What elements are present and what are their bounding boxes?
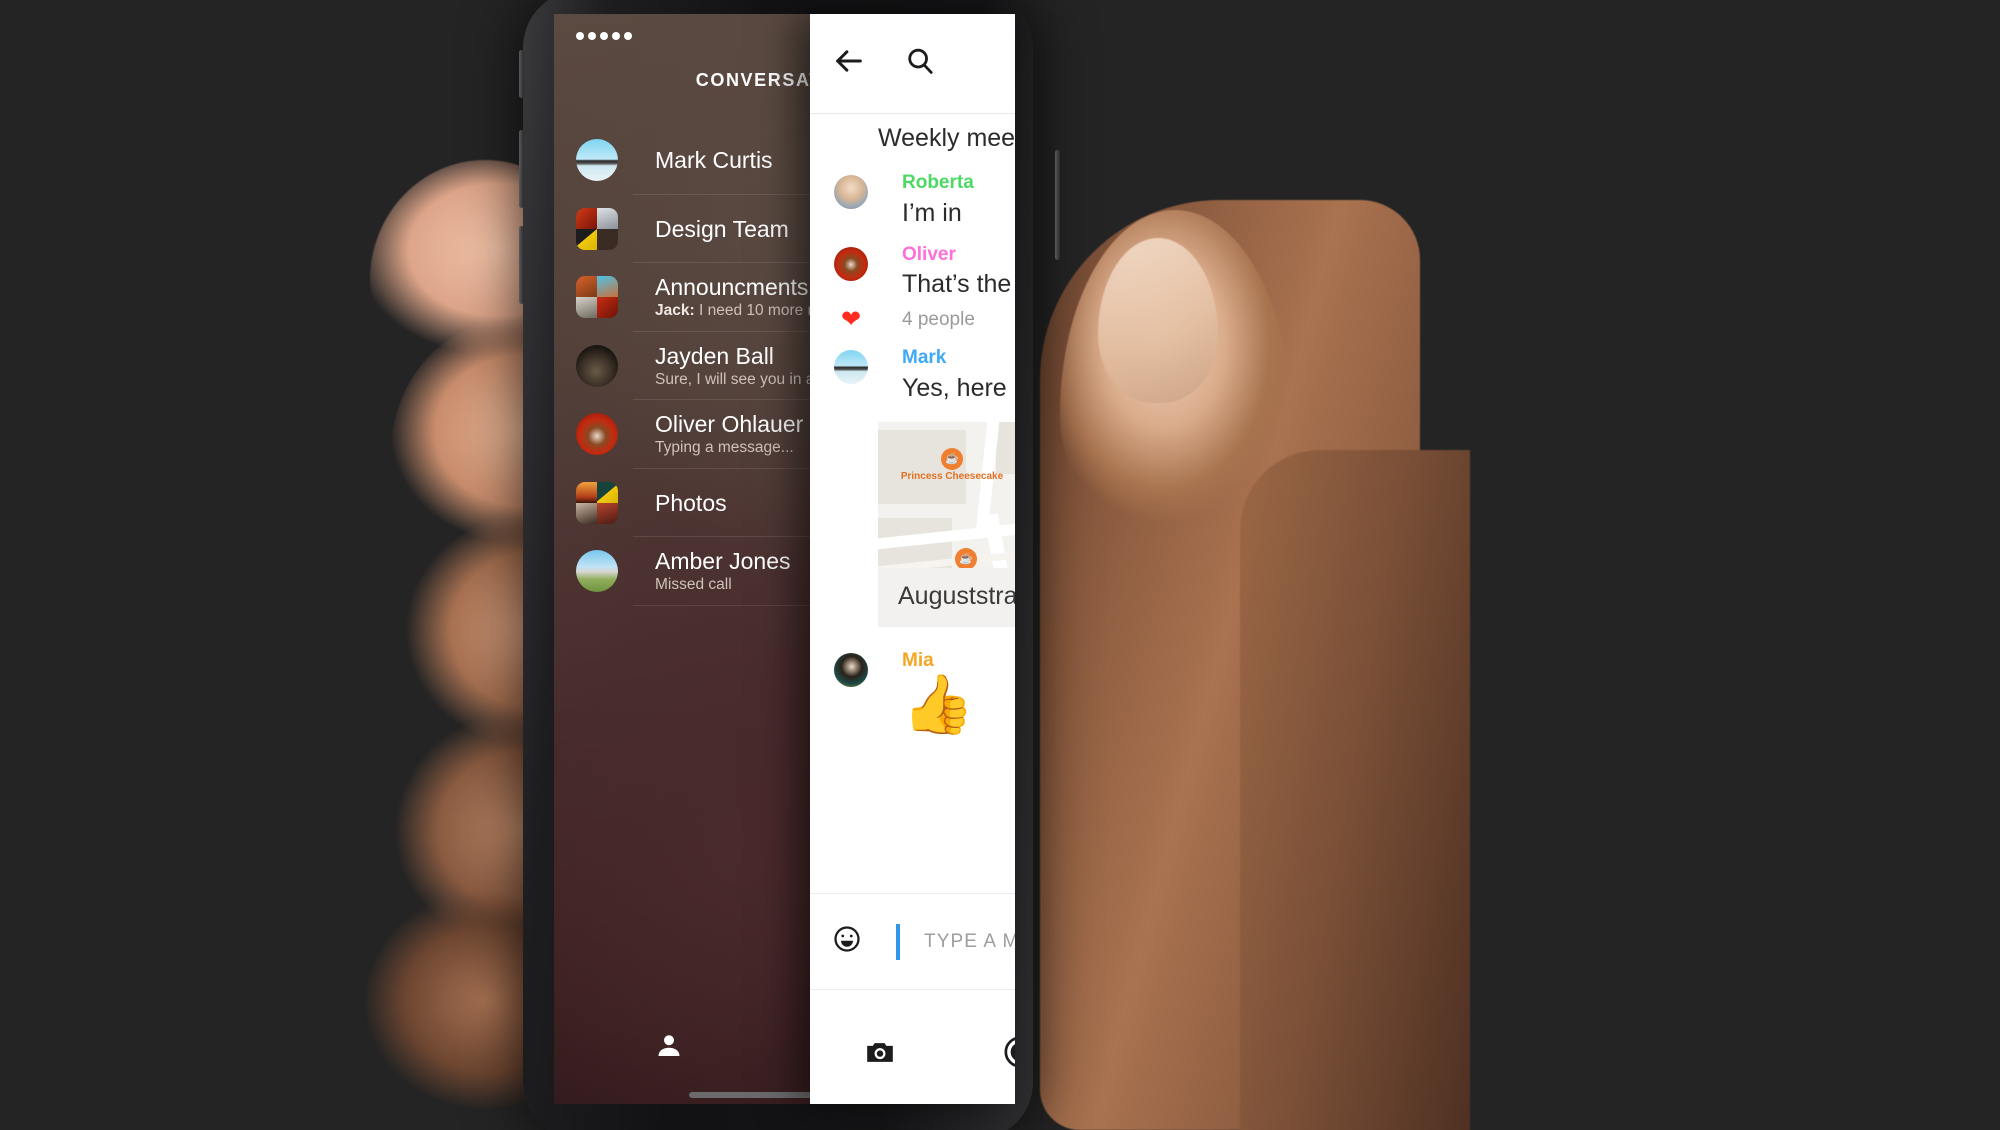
search-icon xyxy=(904,45,936,82)
tab-record[interactable] xyxy=(950,1021,1015,1074)
message-item[interactable]: Mark Yes, here xyxy=(810,336,1015,408)
conversation-name: Oliver Ohlauer xyxy=(655,411,804,438)
message-text: I’m in xyxy=(902,198,962,227)
scene-root: 19:07 CONVERSATIONS Mark Curtis xyxy=(0,0,2000,1130)
avatar xyxy=(834,652,868,687)
message-body: Mia 👍 xyxy=(902,649,974,735)
phone-side-button-power[interactable] xyxy=(1055,150,1060,260)
message-composer[interactable]: TYPE A MESSAGE xyxy=(810,893,1015,989)
chat-tab-bar[interactable] xyxy=(810,989,1015,1104)
back-button[interactable] xyxy=(832,44,866,83)
right-hand-thumb xyxy=(1040,120,1470,1130)
message-author: Mia xyxy=(902,649,934,671)
message-body: Oliver That’s the plan today xyxy=(902,243,1015,303)
conversation-name: Amber Jones xyxy=(655,548,791,575)
map-poi[interactable]: ☕ xyxy=(936,547,996,568)
smiley-icon[interactable] xyxy=(832,924,862,959)
map-poi-label: Princess Cheesecake xyxy=(900,470,1004,482)
avatar xyxy=(576,139,618,182)
avatar xyxy=(576,344,618,387)
message-item[interactable]: Mia 👍 xyxy=(810,627,1015,737)
avatar xyxy=(834,175,868,209)
message-body: Roberta I’m in xyxy=(902,171,974,231)
tab-camera[interactable] xyxy=(810,1022,950,1073)
list-item-text: Mark Curtis xyxy=(655,147,773,173)
conversation-name: Design Team xyxy=(655,215,789,242)
message-body: Mark Yes, here xyxy=(902,346,1007,406)
avatar xyxy=(834,350,868,384)
phone-side-button-volume-down[interactable] xyxy=(519,226,524,304)
cafe-icon: ☕ xyxy=(955,547,977,568)
list-item-text: Photos xyxy=(655,490,727,516)
avatar xyxy=(576,207,618,250)
list-item-text: Jayden Ball Sure, I will see you in a bi… xyxy=(655,343,835,389)
message-list[interactable]: Weekly meeting at 3pm Roberta I’m in Oli… xyxy=(810,114,1015,736)
list-item-text: Design Team xyxy=(655,216,789,242)
conversation-name: Jayden Ball xyxy=(655,342,774,369)
location-caption: Auguststraße 83 xyxy=(898,581,1015,610)
record-circle-icon xyxy=(1003,1035,1015,1074)
chat-panel-content: DESIGN TEAM Weekly meeting at 3pm Robert… xyxy=(810,14,1015,1104)
heart-icon: ❤ xyxy=(840,306,862,333)
avatar xyxy=(576,550,618,593)
list-item-text: Amber Jones Missed call xyxy=(655,548,791,594)
signal-dots-icon xyxy=(576,32,632,40)
message-author: Mark xyxy=(902,347,947,368)
avatar xyxy=(576,481,618,524)
cafe-icon: ☕ xyxy=(941,447,963,470)
conversation-preview: Missed call xyxy=(655,576,732,594)
reaction-count: 4 people xyxy=(902,309,975,330)
map-image[interactable]: ☕ Princess Cheesecake 🏬 Alfred Ehrhardt … xyxy=(878,421,1015,568)
phone-side-button-silent[interactable] xyxy=(519,50,524,98)
conversation-name: Mark Curtis xyxy=(655,147,773,174)
location-card[interactable]: ☕ Princess Cheesecake 🏬 Alfred Ehrhardt … xyxy=(878,421,1015,627)
conversation-preview: Sure, I will see you in a bit xyxy=(655,370,836,388)
list-item-text: Oliver Ohlauer Typing a message... xyxy=(655,411,803,457)
message-text: Yes, here xyxy=(902,373,1007,402)
scrolled-message: Weekly meeting at 3pm xyxy=(878,124,1015,152)
search-button[interactable] xyxy=(904,45,936,82)
avatar xyxy=(834,246,868,281)
chat-header: DESIGN TEAM xyxy=(810,14,1015,114)
map-poi[interactable]: ☕ Princess Cheesecake xyxy=(892,447,1012,482)
chat-panel[interactable]: DESIGN TEAM Weekly meeting at 3pm Robert… xyxy=(810,14,1015,1104)
person-icon xyxy=(654,1031,684,1066)
conversation-name: Photos xyxy=(655,489,727,516)
message-item[interactable]: Roberta I’m in xyxy=(810,161,1015,233)
message-text: That’s the plan today xyxy=(902,270,1015,299)
message-emoji: 👍 xyxy=(902,672,975,738)
avatar xyxy=(576,276,618,319)
message-author: Oliver xyxy=(902,243,956,265)
back-arrow-icon xyxy=(832,44,866,83)
reaction-row[interactable]: ❤ 4 people xyxy=(810,304,1015,336)
camera-icon xyxy=(864,1036,896,1073)
text-caret xyxy=(896,923,900,960)
avatar xyxy=(576,413,618,456)
message-author: Roberta xyxy=(902,172,974,193)
message-input[interactable]: TYPE A MESSAGE xyxy=(924,931,1015,953)
tab-contacts[interactable] xyxy=(554,1031,784,1066)
message-item[interactable]: Oliver That’s the plan today xyxy=(810,233,1015,305)
conversation-preview: Typing a message... xyxy=(655,439,794,457)
conversation-preview-sender: Jack: xyxy=(655,302,695,320)
phone-side-button-volume-up[interactable] xyxy=(519,130,524,208)
